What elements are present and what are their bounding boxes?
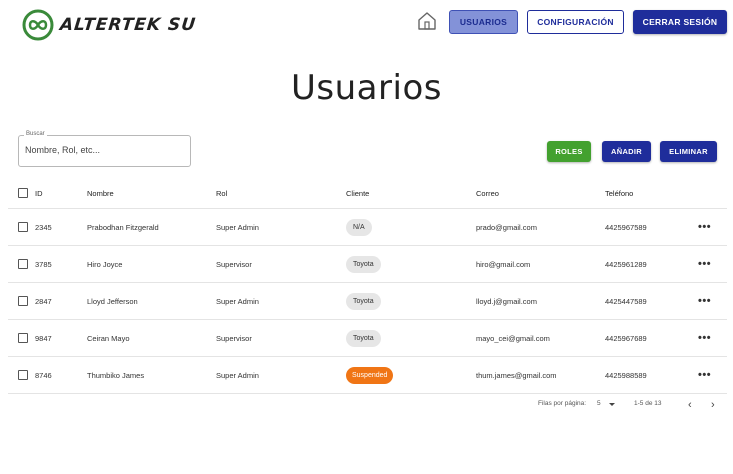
row-checkbox[interactable] bbox=[18, 259, 28, 269]
cell-id: 2345 bbox=[35, 222, 52, 232]
client-chip: Toyota bbox=[346, 329, 381, 347]
cell-nombre: Lloyd Jefferson bbox=[87, 296, 138, 306]
logout-button[interactable]: CERRAR SESIÓN bbox=[633, 10, 727, 34]
column-header-rol[interactable]: Rol bbox=[216, 178, 227, 208]
cell-correo: mayo_cei@gmail.com bbox=[476, 333, 550, 343]
table-row[interactable]: 3785 Hiro Joyce Supervisor Toyota hiro@g… bbox=[8, 246, 727, 283]
cell-rol: Supervisor bbox=[216, 259, 252, 269]
table-row[interactable]: 2847 Lloyd Jefferson Super Admin Toyota … bbox=[8, 283, 727, 320]
cell-id: 8746 bbox=[35, 370, 52, 380]
cell-nombre: Thumbiko James bbox=[87, 370, 145, 380]
add-button[interactable]: AÑADIR bbox=[602, 141, 651, 162]
cell-correo: hiro@gmail.com bbox=[476, 259, 531, 269]
caret-down-icon[interactable] bbox=[609, 403, 615, 406]
cell-nombre: Ceiran Mayo bbox=[87, 333, 130, 343]
more-options-icon[interactable]: ••• bbox=[698, 369, 711, 381]
cell-telefono: 4425967689 bbox=[605, 333, 647, 343]
cell-nombre: Hiro Joyce bbox=[87, 259, 123, 269]
table-header-row: ID Nombre Rol Cliente Correo Teléfono bbox=[8, 178, 727, 209]
rows-per-page-select[interactable]: 5 bbox=[597, 400, 601, 407]
column-header-nombre[interactable]: Nombre bbox=[87, 178, 114, 208]
client-chip: Toyota bbox=[346, 292, 381, 310]
roles-button[interactable]: ROLES bbox=[547, 141, 591, 162]
more-options-icon[interactable]: ••• bbox=[698, 332, 711, 344]
users-table: ID Nombre Rol Cliente Correo Teléfono 23… bbox=[8, 178, 727, 394]
nav-configuracion-button[interactable]: CONFIGURACIÓN bbox=[527, 10, 624, 34]
infinity-logo-icon bbox=[22, 9, 54, 41]
more-options-icon[interactable]: ••• bbox=[698, 221, 711, 233]
home-button[interactable] bbox=[416, 10, 438, 32]
table-row[interactable]: 9847 Ceiran Mayo Supervisor Toyota mayo_… bbox=[8, 320, 727, 357]
row-checkbox[interactable] bbox=[18, 370, 28, 380]
home-icon bbox=[418, 12, 436, 30]
cell-rol: Supervisor bbox=[216, 333, 252, 343]
page-title: Usuarios bbox=[291, 68, 442, 108]
brand-name: ALTERTEK SU bbox=[58, 15, 198, 35]
column-header-cliente[interactable]: Cliente bbox=[346, 178, 369, 208]
row-checkbox[interactable] bbox=[18, 222, 28, 232]
cell-telefono: 4425961289 bbox=[605, 259, 647, 269]
rows-per-page-label: Filas por página: bbox=[538, 400, 587, 407]
cell-correo: thum.james@gmail.com bbox=[476, 370, 557, 380]
more-options-icon[interactable]: ••• bbox=[698, 258, 711, 270]
search-label: Buscar bbox=[24, 131, 47, 137]
cell-id: 2847 bbox=[35, 296, 52, 306]
cell-rol: Super Admin bbox=[216, 370, 259, 380]
column-header-telefono[interactable]: Teléfono bbox=[605, 178, 633, 208]
more-options-icon[interactable]: ••• bbox=[698, 295, 711, 307]
row-checkbox[interactable] bbox=[18, 333, 28, 343]
cell-telefono: 4425447589 bbox=[605, 296, 647, 306]
column-header-correo[interactable]: Correo bbox=[476, 178, 499, 208]
next-page-icon[interactable]: › bbox=[711, 400, 715, 411]
cell-correo: prado@gmail.com bbox=[476, 222, 537, 232]
select-all-checkbox[interactable] bbox=[18, 188, 28, 198]
cell-telefono: 4425967589 bbox=[605, 222, 647, 232]
status-badge-suspended: Suspended bbox=[346, 366, 394, 384]
nav-usuarios-button[interactable]: USUARIOS bbox=[449, 10, 518, 34]
cell-correo: lloyd.j@gmail.com bbox=[476, 296, 537, 306]
delete-button[interactable]: ELIMINAR bbox=[660, 141, 717, 162]
cell-id: 9847 bbox=[35, 333, 52, 343]
search-input[interactable] bbox=[25, 145, 185, 155]
cell-telefono: 4425988589 bbox=[605, 370, 647, 380]
table-row[interactable]: 2345 Prabodhan Fitzgerald Super Admin N/… bbox=[8, 209, 727, 246]
cell-rol: Super Admin bbox=[216, 222, 259, 232]
row-checkbox[interactable] bbox=[18, 296, 28, 306]
cell-rol: Super Admin bbox=[216, 296, 259, 306]
cell-id: 3785 bbox=[35, 259, 52, 269]
brand-logo: ALTERTEK SU bbox=[22, 9, 198, 41]
client-chip: N/A bbox=[346, 218, 372, 236]
table-row[interactable]: 8746 Thumbiko James Super Admin Suspende… bbox=[8, 357, 727, 394]
client-chip: Toyota bbox=[346, 255, 381, 273]
pagination-range: 1-5 de 13 bbox=[634, 400, 662, 407]
column-header-id[interactable]: ID bbox=[35, 178, 43, 208]
previous-page-icon[interactable]: ‹ bbox=[688, 400, 692, 411]
cell-nombre: Prabodhan Fitzgerald bbox=[87, 222, 159, 232]
